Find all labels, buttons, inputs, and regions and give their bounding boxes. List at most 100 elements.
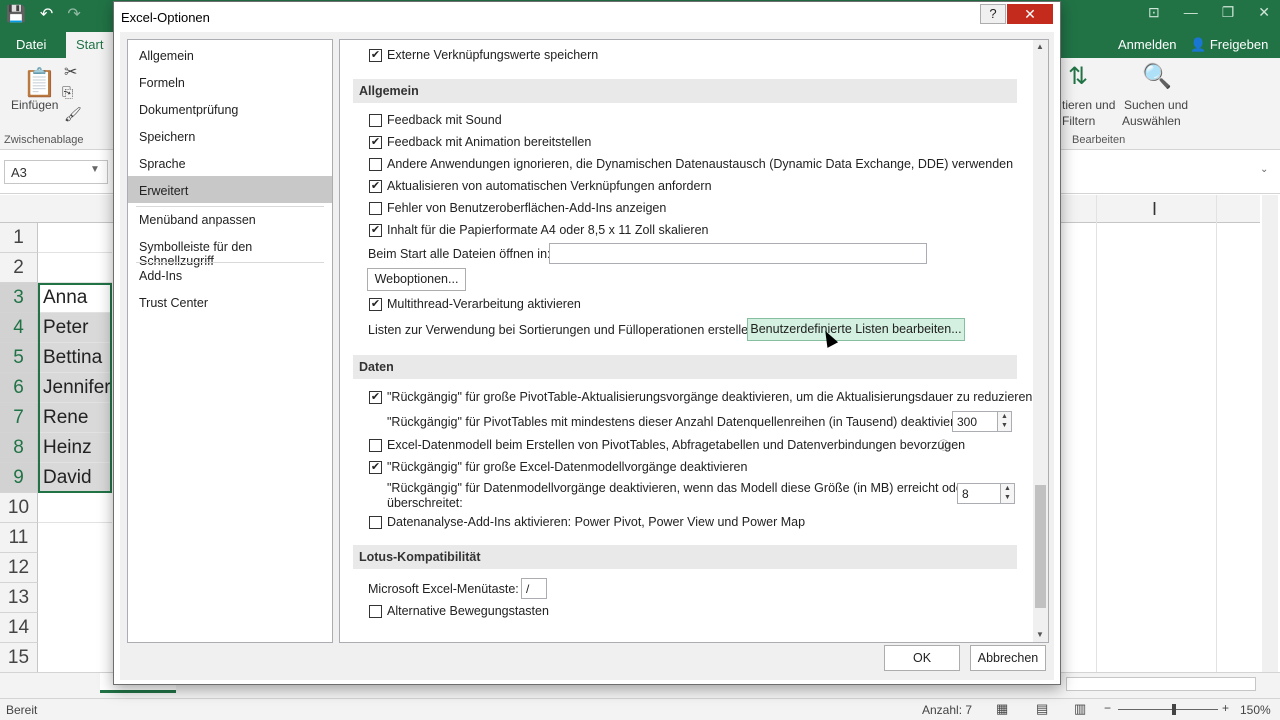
close-icon[interactable]: ✕ (1007, 4, 1053, 24)
window-controls: ⊡ — ❐ ✕ (1148, 4, 1270, 21)
row-header[interactable]: 12 (0, 553, 38, 583)
menu-key-input[interactable]: / (521, 578, 547, 599)
checkbox-aktualisieren[interactable]: ✔ (369, 180, 382, 193)
restore-icon[interactable]: ❐ (1222, 4, 1235, 21)
row-header[interactable]: 15 (0, 643, 38, 673)
save-icon[interactable]: 💾 (6, 4, 26, 24)
nav-item-trust-center[interactable]: Trust Center (128, 288, 332, 315)
find-select-label-2[interactable]: Auswählen (1122, 114, 1181, 128)
nav-item-dokumentpruefung[interactable]: Dokumentprüfung (128, 95, 332, 122)
spinner-arrows-icon[interactable]: ▲ ▼ (997, 412, 1011, 431)
option-animation-label: Feedback mit Animation bereitstellen (387, 135, 592, 149)
find-select-label-1[interactable]: Suchen und (1124, 98, 1188, 112)
options-nav: Allgemein Formeln Dokumentprüfung Speich… (127, 39, 333, 643)
scrollbar-thumb[interactable] (1035, 485, 1046, 608)
expand-formula-icon[interactable]: ⌄ (1260, 164, 1268, 175)
cell[interactable] (38, 223, 112, 253)
anmelden-link[interactable]: Anmelden (1118, 37, 1177, 52)
scroll-down-icon[interactable]: ▼ (1036, 630, 1044, 639)
custom-lists-label: Listen zur Verwendung bei Sortierungen u… (368, 323, 759, 337)
tab-datei[interactable]: Datei (16, 37, 46, 52)
find-icon[interactable]: 🔍 (1142, 62, 1172, 91)
dialog-titlebar[interactable]: Excel-Optionen ? ✕ (114, 2, 1060, 32)
normal-view-icon[interactable]: ▦ (996, 701, 1008, 717)
row-header[interactable]: 14 (0, 613, 38, 643)
option-rueck2-label: "Rückgängig" für PivotTables mit mindest… (387, 415, 972, 429)
page-layout-icon[interactable]: ▤ (1036, 701, 1048, 717)
row-header[interactable]: 10 (0, 493, 38, 523)
row-header[interactable]: 8 (0, 433, 38, 463)
nav-item-formeln[interactable]: Formeln (128, 68, 332, 95)
zoom-out-icon[interactable]: − (1104, 701, 1111, 715)
checkbox-externe[interactable]: ✔ (369, 49, 382, 62)
nav-item-addins[interactable]: Add-Ins (128, 261, 332, 288)
cut-icon[interactable]: ✂ (64, 62, 77, 82)
web-options-button[interactable]: Weboptionen... (367, 268, 466, 291)
checkbox-animation[interactable]: ✔ (369, 136, 382, 149)
rueck2-stepper[interactable]: 300 ▲ ▼ (952, 411, 1012, 432)
row-header[interactable]: 4 (0, 313, 38, 343)
copy-icon[interactable]: ⎘ (62, 84, 73, 101)
startup-folder-input[interactable] (549, 243, 927, 264)
checkbox-rueck1[interactable]: ✔ (369, 391, 382, 404)
ok-button[interactable]: OK (884, 645, 960, 671)
checkbox-rueck3[interactable]: ✔ (369, 461, 382, 474)
option-rueck3-label: "Rückgängig" für große Excel-Datenmodell… (387, 460, 748, 474)
zoom-slider[interactable] (1118, 709, 1218, 710)
row-header[interactable]: 2 (0, 253, 38, 283)
paste-button-label[interactable]: Einfügen (11, 98, 58, 112)
checkbox-inhalt[interactable]: ✔ (369, 224, 382, 237)
checkbox-bewegung[interactable] (369, 605, 382, 618)
nav-item-allgemein[interactable]: Allgemein (128, 41, 332, 68)
row-header[interactable]: 11 (0, 523, 38, 553)
horizontal-scrollbar[interactable] (1066, 677, 1256, 691)
sort-filter-label-1[interactable]: tieren und (1062, 98, 1115, 112)
checkbox-dde[interactable] (369, 158, 382, 171)
close-window-icon[interactable]: ✕ (1258, 4, 1270, 21)
help-button[interactable]: ? (980, 4, 1006, 24)
share-button[interactable]: 👤 Freigeben (1190, 37, 1268, 53)
vertical-scrollbar[interactable] (1262, 195, 1278, 672)
page-break-icon[interactable]: ▥ (1074, 701, 1086, 717)
nav-item-erweitert[interactable]: Erweitert (128, 176, 332, 203)
checkbox-sound[interactable] (369, 114, 382, 127)
zoom-slider-thumb[interactable] (1172, 704, 1176, 715)
options-content: ✔ Externe Verknüpfungswerte speichern Al… (339, 39, 1049, 643)
row-header[interactable]: 5 (0, 343, 38, 373)
sort-filter-label-2[interactable]: Filtern (1062, 114, 1095, 128)
row-header[interactable]: 9 (0, 463, 38, 493)
cell[interactable] (38, 493, 112, 523)
tab-start[interactable]: Start (66, 32, 114, 58)
row-header[interactable]: 13 (0, 583, 38, 613)
row-header[interactable]: 6 (0, 373, 38, 403)
redo-icon[interactable]: ↷ (67, 4, 80, 24)
scroll-up-icon[interactable]: ▲ (1036, 42, 1044, 51)
chevron-down-icon[interactable]: ▼ (90, 164, 100, 175)
format-painter-icon[interactable]: 🖌 (64, 106, 82, 123)
checkbox-multithread[interactable]: ✔ (369, 298, 382, 311)
zoom-level[interactable]: 150% (1240, 703, 1271, 717)
rueck4-stepper[interactable]: 8 ▲ ▼ (957, 483, 1015, 504)
checkbox-fehler[interactable] (369, 202, 382, 215)
checkbox-addins[interactable] (369, 516, 382, 529)
paste-icon[interactable]: 📋 (22, 66, 57, 99)
undo-icon[interactable]: ↶ (40, 4, 53, 24)
nav-item-menueband[interactable]: Menüband anpassen (128, 205, 332, 232)
spinner-arrows-icon[interactable]: ▲ ▼ (1000, 484, 1014, 503)
row-header[interactable]: 1 (0, 223, 38, 253)
nav-item-schnellzugriff[interactable]: Symbolleiste für den Schnellzugriff (128, 232, 332, 268)
nav-item-speichern[interactable]: Speichern (128, 122, 332, 149)
custom-lists-button[interactable]: Benutzerdefinierte Listen bearbeiten... (747, 318, 965, 341)
ribbon-display-icon[interactable]: ⊡ (1148, 4, 1160, 21)
sort-filter-icon[interactable]: ⇅ (1068, 62, 1088, 91)
minimize-icon[interactable]: — (1184, 4, 1198, 21)
cancel-button[interactable]: Abbrechen (970, 645, 1046, 671)
info-icon[interactable]: ⓘ (938, 437, 949, 453)
options-scrollbar[interactable]: ▲ ▼ (1033, 40, 1048, 642)
row-header[interactable]: 7 (0, 403, 38, 433)
cell[interactable] (38, 253, 112, 283)
nav-item-sprache[interactable]: Sprache (128, 149, 332, 176)
checkbox-datenmodell[interactable] (369, 439, 382, 452)
row-header[interactable]: 3 (0, 283, 38, 313)
zoom-in-icon[interactable]: + (1222, 701, 1229, 715)
